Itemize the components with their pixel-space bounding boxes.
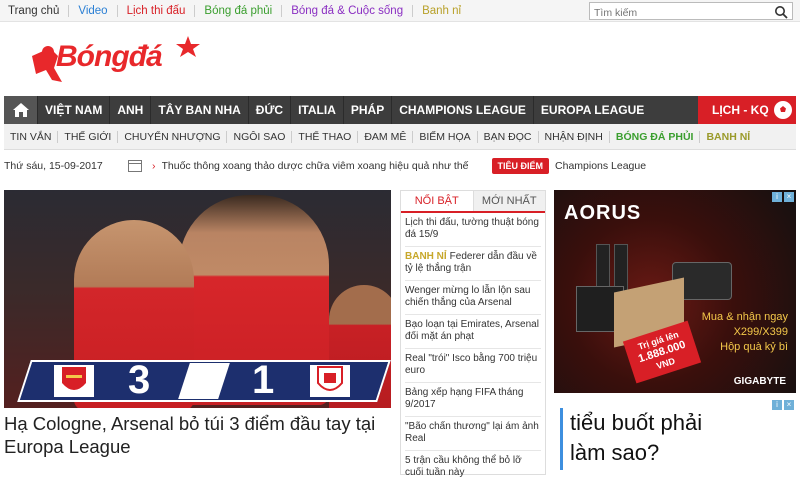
page: Trang chủ Video Lịch thi đấu Bóng đá phủ… bbox=[0, 0, 800, 480]
ticker-headline[interactable]: Thuốc thông xoang thảo dược chữa viêm xo… bbox=[162, 160, 492, 172]
toplink-banh-ni[interactable]: Banh nỉ bbox=[422, 5, 470, 17]
ad-choices-icon[interactable]: i × bbox=[772, 192, 794, 202]
top-links: Trang chủ Video Lịch thi đấu Bóng đá phủ… bbox=[8, 0, 479, 22]
focus-topic[interactable]: Champions League bbox=[555, 160, 646, 172]
list-item[interactable]: Real "trói" Isco bằng 700 triệu euro bbox=[405, 349, 541, 383]
list-item[interactable]: Lịch thi đấu, tường thuật bóng đá 15/9 bbox=[405, 213, 541, 247]
nav-item-spain[interactable]: TÂY BAN NHA bbox=[151, 96, 249, 124]
subnav-news-brief[interactable]: TIN VẮN bbox=[4, 130, 59, 143]
toplink-football-life[interactable]: Bóng đá & Cuộc sống bbox=[291, 5, 414, 17]
schedule-results-label: LỊCH - KQ bbox=[712, 103, 769, 117]
ticker-arrow-icon: › bbox=[152, 160, 156, 172]
subnav-banh-ni[interactable]: BANH NỈ bbox=[700, 131, 756, 143]
subnav-sports[interactable]: THỂ THAO bbox=[292, 130, 359, 143]
ad-brand: AORUS bbox=[564, 202, 642, 224]
toplink-amateur-football[interactable]: Bóng đá phủi bbox=[204, 5, 283, 17]
nav-item-italy[interactable]: ITALIA bbox=[291, 96, 344, 124]
nav-item-england[interactable]: ANH bbox=[110, 96, 152, 124]
toplink-home[interactable]: Trang chủ bbox=[8, 5, 70, 17]
list-item[interactable]: "Bão chấn thương" lại ám ảnh Real bbox=[405, 417, 541, 451]
toplink-video[interactable]: Video bbox=[78, 5, 118, 17]
calendar-icon[interactable] bbox=[128, 160, 142, 172]
nav-item-europa-league[interactable]: EUROPA LEAGUE bbox=[534, 96, 651, 124]
search-icon[interactable] bbox=[774, 5, 788, 19]
subnav-stars[interactable]: NGÔI SAO bbox=[227, 130, 293, 143]
site-logo[interactable]: Bóngđá bbox=[28, 34, 208, 89]
nav-item-france[interactable]: PHÁP bbox=[344, 96, 393, 124]
schedule-results-button[interactable]: LỊCH - KQ bbox=[698, 96, 796, 124]
ad-text: tiểu buốt phải làm sao? bbox=[570, 410, 703, 465]
tab-latest[interactable]: MỚI NHẤT bbox=[473, 191, 545, 211]
nav-item-vietnam[interactable]: VIỆT NAM bbox=[38, 96, 111, 124]
home-button[interactable] bbox=[4, 96, 38, 124]
subnav-analysis[interactable]: NHẬN ĐỊNH bbox=[539, 130, 610, 143]
list-item[interactable]: 5 trận cầu không thể bỏ lỡ cuối tuần này bbox=[405, 451, 541, 480]
cologne-crest-icon bbox=[308, 363, 352, 399]
search-input[interactable] bbox=[590, 5, 765, 21]
list-item[interactable]: Bạo loạn tại Emirates, Arsenal đối mặt á… bbox=[405, 315, 541, 349]
current-date: Thứ sáu, 15-09-2017 bbox=[4, 160, 103, 172]
list-item[interactable]: BANH NỈ Federer dẫn đầu về tỷ lệ thắng tr… bbox=[405, 247, 541, 281]
football-icon bbox=[774, 101, 792, 119]
hero-headline[interactable]: Hạ Cologne, Arsenal bỏ túi 3 điểm đầu ta… bbox=[4, 412, 394, 458]
ad-accent-bar bbox=[560, 408, 563, 470]
item-tag: BANH NỈ bbox=[405, 251, 447, 262]
toplink-schedule[interactable]: Lịch thi đấu bbox=[127, 5, 196, 17]
tab-featured[interactable]: NỔI BẬT bbox=[401, 191, 474, 211]
main-nav: VIỆT NAM ANH TÂY BAN NHA ĐỨC ITALIA PHÁP… bbox=[4, 96, 796, 124]
ad-promo-text: Mua & nhận ngay X299/X399 Hộp quà kỷ bì bbox=[701, 311, 788, 353]
ad-maker-logo: GIGABYTE bbox=[733, 376, 786, 387]
away-score: 1 bbox=[252, 358, 275, 402]
banner-ad[interactable]: i × AORUS Mua & nhận ngay X299/X399 Hộp q… bbox=[554, 190, 796, 393]
news-tabs: NỔI BẬT MỚI NHẤT bbox=[401, 191, 545, 213]
subnav-transfers[interactable]: CHUYỂN NHƯỢNG bbox=[118, 130, 228, 143]
subnav-cartoons[interactable]: BIẾM HỌA bbox=[413, 130, 478, 143]
home-score: 3 bbox=[128, 358, 151, 402]
subnav-amateur-football[interactable]: BÓNG ĐÁ PHỦI bbox=[610, 130, 701, 143]
top-links-bar: Trang chủ Video Lịch thi đấu Bóng đá phủ… bbox=[0, 0, 800, 22]
subnav-passion[interactable]: ĐAM MÊ bbox=[358, 130, 414, 143]
nav-item-germany[interactable]: ĐỨC bbox=[249, 96, 292, 124]
news-list: Lịch thi đấu, tường thuật bóng đá 15/9 B… bbox=[401, 213, 545, 480]
search-box bbox=[589, 2, 793, 21]
list-item[interactable]: Wenger mừng lo lẫn lộn sau chiến thắng c… bbox=[405, 281, 541, 315]
news-ticker: Thứ sáu, 15-09-2017 › Thuốc thông xoang … bbox=[4, 155, 796, 177]
ad-choices-icon[interactable]: i × bbox=[772, 400, 794, 410]
subnav-readers[interactable]: BẠN ĐỌC bbox=[478, 130, 539, 143]
list-item[interactable]: Bảng xếp hạng FIFA tháng 9/2017 bbox=[405, 383, 541, 417]
text-ad[interactable]: i × tiểu buốt phải làm sao? bbox=[554, 398, 796, 480]
subnav-world[interactable]: THẾ GIỚI bbox=[58, 130, 119, 143]
logo-text: Bóngđá bbox=[56, 40, 163, 73]
focus-badge: TIÊU ĐIỂM bbox=[491, 158, 550, 174]
nav-item-champions-league[interactable]: CHAMPIONS LEAGUE bbox=[392, 96, 534, 124]
arsenal-crest-icon bbox=[52, 363, 96, 399]
hero-image[interactable]: 3 1 bbox=[4, 190, 391, 408]
home-icon bbox=[12, 103, 29, 117]
sub-nav: TIN VẮN THẾ GIỚI CHUYỂN NHƯỢNG NGÔI SAO … bbox=[4, 124, 796, 150]
main-nav-items: VIỆT NAM ANH TÂY BAN NHA ĐỨC ITALIA PHÁP… bbox=[38, 96, 651, 124]
news-column: NỔI BẬT MỚI NHẤT Lịch thi đấu, tường thu… bbox=[400, 190, 546, 478]
